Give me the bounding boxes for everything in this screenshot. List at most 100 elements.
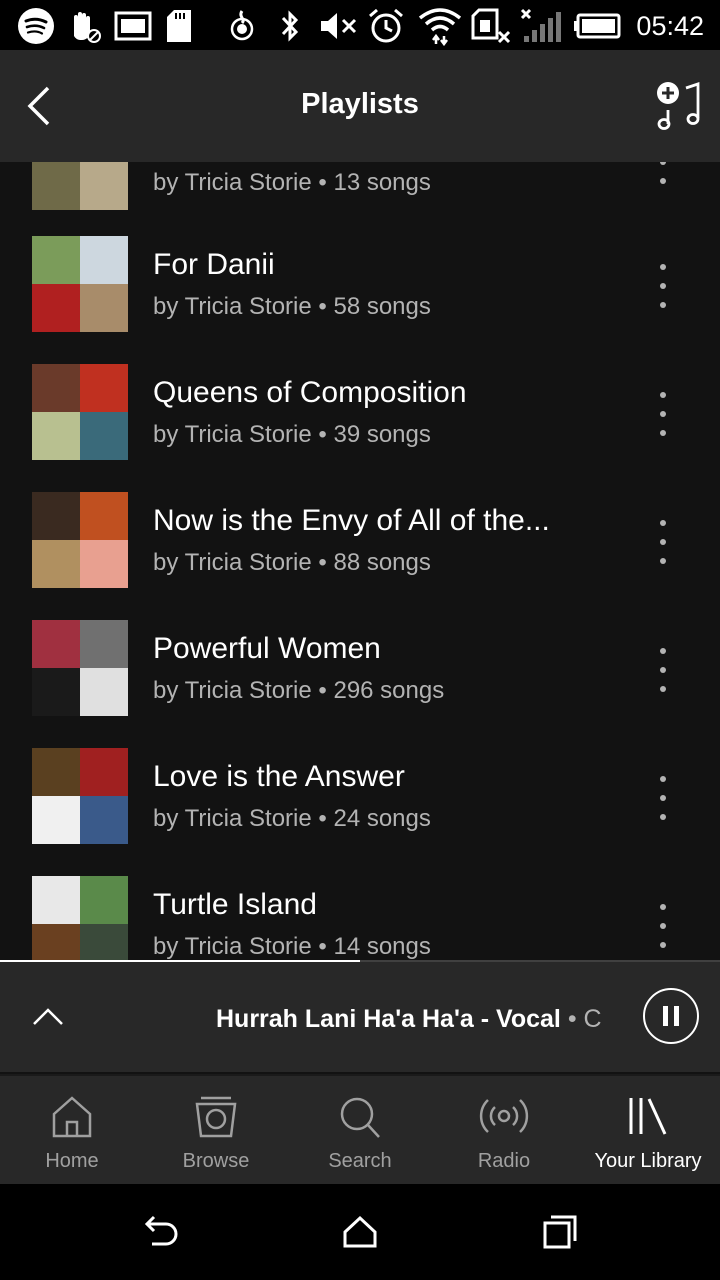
cover-tile bbox=[80, 162, 128, 210]
bluetooth-icon bbox=[276, 8, 304, 44]
playlist-subtitle: by Tricia Storie • 58 songs bbox=[153, 293, 431, 320]
playlist-name: Love is the Answer bbox=[153, 760, 405, 793]
cover-tile bbox=[32, 284, 80, 332]
playlist-name: Powerful Women bbox=[153, 632, 381, 665]
cover-tile bbox=[32, 620, 80, 668]
tab-bar: Home Browse Search Radio Your Library bbox=[0, 1074, 720, 1184]
system-nav-bar bbox=[0, 1184, 720, 1280]
playlist-subtitle: by Tricia Storie • 296 songs bbox=[153, 677, 445, 704]
tab-label: Home bbox=[45, 1150, 99, 1172]
no-sim-icon bbox=[470, 8, 512, 44]
playlist-cover bbox=[32, 492, 128, 588]
mute-icon bbox=[318, 8, 360, 44]
track-separator: • bbox=[567, 1005, 577, 1033]
playlist-row[interactable]: Turtle Island by Tricia Storie • 14 song… bbox=[0, 866, 720, 960]
now-playing-track[interactable]: Hurrah Lani Ha'a Ha'a - Vocal • C bbox=[216, 1005, 606, 1034]
tab-home[interactable]: Home bbox=[0, 1076, 144, 1186]
tab-browse[interactable]: Browse bbox=[144, 1076, 288, 1186]
cover-tile bbox=[32, 796, 80, 844]
playlist-row[interactable]: Queens of Composition by Tricia Storie •… bbox=[0, 354, 720, 482]
cover-tile bbox=[80, 668, 128, 716]
playlist-subtitle: by Tricia Storie • 39 songs bbox=[153, 421, 431, 448]
playlist-subtitle: by Tricia Storie • 24 songs bbox=[153, 805, 431, 832]
tab-label: Your Library bbox=[594, 1150, 702, 1172]
wifi-icon bbox=[416, 8, 464, 46]
tab-label: Radio bbox=[477, 1150, 531, 1172]
playlist-cover bbox=[32, 236, 128, 332]
playlist-row[interactable]: For Danii by Tricia Storie • 58 songs bbox=[0, 226, 720, 354]
top-bar: Playlists bbox=[0, 50, 720, 162]
add-song-icon[interactable] bbox=[654, 80, 706, 132]
sd-card-icon bbox=[164, 8, 194, 44]
cover-tile bbox=[80, 876, 128, 924]
tab-label: Search bbox=[328, 1150, 392, 1172]
cover-tile bbox=[80, 412, 128, 460]
playlist-list[interactable]: by Tricia Storie • 13 songs For Danii by… bbox=[0, 162, 720, 960]
home-icon[interactable] bbox=[340, 1212, 380, 1252]
track-title: Hurrah Lani Ha'a Ha'a - Vocal bbox=[216, 1005, 561, 1033]
recents-icon[interactable] bbox=[540, 1212, 580, 1252]
pause-icon[interactable] bbox=[643, 988, 699, 1044]
cover-tile bbox=[32, 412, 80, 460]
more-options-icon[interactable] bbox=[648, 776, 678, 820]
hand-icon bbox=[64, 8, 104, 44]
playlist-name: Turtle Island bbox=[153, 888, 317, 921]
playlist-name: Queens of Composition bbox=[153, 376, 467, 409]
cover-tile bbox=[32, 492, 80, 540]
chevron-up-icon[interactable] bbox=[30, 1000, 66, 1030]
cover-tile bbox=[32, 876, 80, 924]
radio-icon bbox=[479, 1094, 529, 1140]
now-playing-bar[interactable]: Hurrah Lani Ha'a Ha'a - Vocal • C bbox=[0, 962, 720, 1072]
cover-tile bbox=[32, 748, 80, 796]
back-icon[interactable] bbox=[140, 1212, 180, 1252]
playlist-subtitle: by Tricia Storie • 13 songs bbox=[153, 169, 431, 196]
signal-icon bbox=[516, 8, 564, 44]
playlist-cover bbox=[32, 748, 128, 844]
cover-tile bbox=[80, 284, 128, 332]
cover-tile bbox=[80, 236, 128, 284]
more-options-icon[interactable] bbox=[648, 392, 678, 436]
clock: 05:42 bbox=[636, 11, 704, 41]
battery-icon bbox=[572, 8, 622, 44]
cover-tile bbox=[32, 540, 80, 588]
image-icon bbox=[112, 8, 154, 44]
tab-search[interactable]: Search bbox=[288, 1076, 432, 1186]
more-options-icon[interactable] bbox=[648, 904, 678, 948]
status-bar: 05:42 bbox=[0, 0, 720, 50]
playlist-name: For Danii bbox=[153, 248, 275, 281]
cover-tile bbox=[80, 796, 128, 844]
tab-radio[interactable]: Radio bbox=[432, 1076, 576, 1186]
home-icon bbox=[47, 1094, 97, 1140]
playlist-row[interactable]: Now is the Envy of All of the... by Tric… bbox=[0, 482, 720, 610]
playlist-subtitle: by Tricia Storie • 14 songs bbox=[153, 933, 431, 960]
track-artist: C bbox=[583, 1005, 602, 1033]
playlist-cover bbox=[32, 364, 128, 460]
playlist-subtitle: by Tricia Storie • 88 songs bbox=[153, 549, 431, 576]
cover-tile bbox=[80, 492, 128, 540]
playlist-row[interactable]: Powerful Women by Tricia Storie • 296 so… bbox=[0, 610, 720, 738]
more-options-icon[interactable] bbox=[648, 520, 678, 564]
playlist-row[interactable]: by Tricia Storie • 13 songs bbox=[0, 162, 720, 226]
tab-your-library[interactable]: Your Library bbox=[576, 1076, 720, 1186]
more-options-icon[interactable] bbox=[648, 648, 678, 692]
cover-tile bbox=[32, 364, 80, 412]
playlist-name: Now is the Envy of All of the... bbox=[153, 504, 550, 537]
page-title: Playlists bbox=[301, 88, 419, 120]
more-options-icon[interactable] bbox=[648, 162, 678, 184]
cover-tile bbox=[80, 540, 128, 588]
cover-tile bbox=[80, 364, 128, 412]
cover-tile bbox=[80, 748, 128, 796]
hotspot-icon bbox=[224, 8, 260, 44]
cover-tile bbox=[32, 236, 80, 284]
cover-tile bbox=[80, 924, 128, 960]
playlist-cover bbox=[32, 620, 128, 716]
search-icon bbox=[335, 1094, 385, 1140]
cover-tile bbox=[32, 924, 80, 960]
tab-label: Browse bbox=[182, 1150, 250, 1172]
more-options-icon[interactable] bbox=[648, 264, 678, 308]
playlist-row[interactable]: Love is the Answer by Tricia Storie • 24… bbox=[0, 738, 720, 866]
playlist-cover bbox=[32, 876, 128, 960]
cover-tile bbox=[32, 162, 80, 210]
playlist-cover bbox=[32, 162, 128, 210]
spotify-icon bbox=[16, 8, 56, 44]
